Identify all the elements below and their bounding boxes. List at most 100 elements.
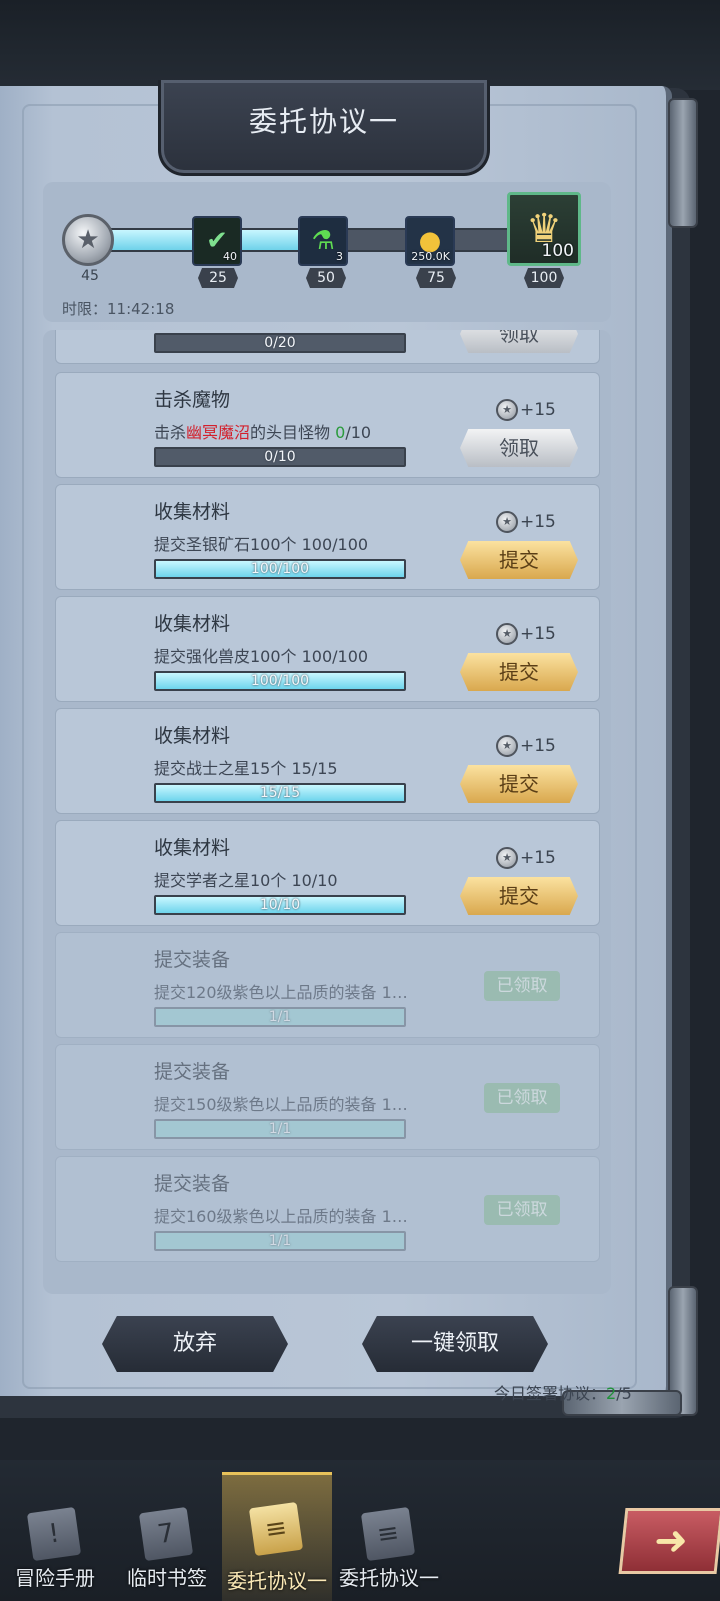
task-points: ★ +15: [496, 399, 556, 421]
reward-qty: 3: [336, 250, 343, 263]
task-title: 收集材料: [154, 837, 231, 859]
documents-icon: ≡: [248, 1501, 304, 1557]
task-progress-text: 100/100: [250, 673, 310, 689]
tab-label: 委托协议一: [227, 1569, 327, 1593]
task-points: ★ +15: [496, 623, 556, 645]
tab-temp-bookmark[interactable]: 7 临时书签: [112, 1500, 222, 1601]
task-points: ★ +15: [496, 847, 556, 869]
task-title: 收集材料: [154, 501, 231, 523]
task-card: 0/20 领取: [55, 330, 600, 364]
task-card: 收集材料 提交战士之星15个 15/15 15/15 ★ +15 提交: [55, 708, 600, 814]
points-value: +15: [520, 624, 556, 644]
next-page-button[interactable]: ➜: [618, 1508, 720, 1574]
claimed-badge: 已领取: [484, 971, 560, 1001]
reward-potion[interactable]: ⚗ 3: [298, 216, 348, 266]
title-plaque: 委托协议一: [158, 80, 490, 176]
task-description: 提交圣银矿石100个 100/100: [154, 535, 369, 554]
arrow-right-icon: ➜: [651, 1518, 691, 1564]
star-coin-icon: ★: [496, 623, 518, 645]
points-value: +15: [520, 736, 556, 756]
task-list[interactable]: 0/20 领取 击杀魔物 击杀幽冥魔沼的头目怪物 0/10 0/10 ★ +15 …: [43, 330, 611, 1294]
tab-commission-active[interactable]: ≡ 委托协议一: [222, 1472, 332, 1601]
task-card: 收集材料 提交圣银矿石100个 100/100 100/100 ★ +15 提交: [55, 484, 600, 590]
task-card: 提交装备 提交150级紫色以上品质的装备 1… 1/1 已领取: [55, 1044, 600, 1150]
task-progress-bar: 0/20: [154, 333, 406, 353]
tab-adventure-manual[interactable]: ! 冒险手册: [0, 1500, 110, 1601]
task-description: 提交强化兽皮100个 100/100: [154, 647, 369, 666]
claim-button[interactable]: 领取: [460, 330, 578, 353]
current-points: 45: [81, 268, 99, 284]
milestone-label: 75: [416, 268, 456, 288]
task-progress-text: 100/100: [250, 561, 310, 577]
desc-location: 幽冥魔沼: [186, 423, 251, 442]
task-progress-bar: 1/1: [154, 1119, 406, 1139]
book-corner-top-right: [668, 98, 698, 228]
desc-total: /10: [345, 423, 372, 442]
task-card: 击杀魔物 击杀幽冥魔沼的头目怪物 0/10 0/10 ★ +15 领取: [55, 372, 600, 478]
task-description: 击杀幽冥魔沼的头目怪物 0/10: [154, 419, 371, 443]
desc-text: 击杀: [154, 423, 187, 442]
task-description: 提交160级紫色以上品质的装备 1…: [154, 1207, 408, 1226]
reward-qty: 40: [223, 250, 237, 263]
star-coin-icon: ★: [496, 399, 518, 421]
task-progress-text: 1/1: [268, 1233, 292, 1249]
desc-count: 0: [335, 423, 346, 442]
documents-icon: ≡: [360, 1506, 416, 1562]
task-progress-text: 1/1: [268, 1121, 292, 1137]
task-card: 收集材料 提交强化兽皮100个 100/100 100/100 ★ +15 提交: [55, 596, 600, 702]
tab-label: 委托协议一: [339, 1566, 439, 1590]
sign-label: 今日签署协议：: [494, 1384, 607, 1403]
sign-current: 2: [606, 1384, 617, 1403]
submit-button[interactable]: 提交: [460, 877, 578, 915]
task-progress-text: 0/10: [264, 449, 296, 465]
tab-commission[interactable]: ≡ 委托协议一: [334, 1500, 444, 1601]
star-coin-icon: ★: [496, 735, 518, 757]
task-progress-text: 10/10: [259, 897, 301, 913]
task-title: 收集材料: [154, 725, 231, 747]
reward-crown[interactable]: ♛ 100: [507, 192, 581, 266]
milestone-label: 50: [306, 268, 346, 288]
desc-text: 的头目怪物: [250, 423, 336, 442]
page-title: 委托协议一: [248, 105, 399, 138]
claimed-badge: 已领取: [484, 1195, 560, 1225]
points-value: +15: [520, 400, 556, 420]
star-medal-icon: ★: [62, 214, 114, 266]
task-card: 提交装备 提交120级紫色以上品质的装备 1… 1/1 已领取: [55, 932, 600, 1038]
submit-button[interactable]: 提交: [460, 653, 578, 691]
potion-icon: ⚗: [311, 226, 335, 256]
task-description: 提交150级紫色以上品质的装备 1…: [154, 1095, 408, 1114]
reward-check-scroll[interactable]: ✔ 40: [192, 216, 242, 266]
claim-button[interactable]: 领取: [460, 429, 578, 467]
task-progress-bar: 100/100: [154, 559, 406, 579]
reward-qty: 250.0K: [411, 250, 450, 263]
points-value: +15: [520, 848, 556, 868]
reward-gold[interactable]: ● 250.0K: [405, 216, 455, 266]
task-title: 收集材料: [154, 613, 231, 635]
task-title: 提交装备: [154, 949, 231, 971]
task-progress-bar: 100/100: [154, 671, 406, 691]
claimed-badge: 已领取: [484, 1083, 560, 1113]
task-description: 提交战士之星15个 15/15: [154, 759, 338, 778]
points-value: +15: [520, 512, 556, 532]
task-progress-text: 0/20: [264, 335, 296, 351]
milestone-label: 25: [198, 268, 238, 288]
abandon-button[interactable]: 放弃: [102, 1316, 288, 1372]
time-limit: 时限：11:42:18: [62, 300, 175, 318]
background-top: [0, 0, 720, 90]
claim-all-button[interactable]: 一键领取: [362, 1316, 548, 1372]
task-description: 提交学者之星10个 10/10: [154, 871, 338, 890]
task-title: 提交装备: [154, 1061, 231, 1083]
star-coin-icon: ★: [496, 847, 518, 869]
task-progress-bar: 1/1: [154, 1231, 406, 1251]
daily-sign-count: 今日签署协议：2/5: [494, 1380, 632, 1404]
task-progress-text: 15/15: [259, 785, 301, 801]
submit-button[interactable]: 提交: [460, 765, 578, 803]
task-title: 提交装备: [154, 1173, 231, 1195]
submit-button[interactable]: 提交: [460, 541, 578, 579]
task-points: ★ +15: [496, 511, 556, 533]
milestone-label: 100: [524, 268, 564, 288]
task-card: 收集材料 提交学者之星10个 10/10 10/10 ★ +15 提交: [55, 820, 600, 926]
tab-label: 临时书签: [127, 1566, 207, 1590]
task-progress-bar: 10/10: [154, 895, 406, 915]
task-progress-bar: 0/10: [154, 447, 406, 467]
